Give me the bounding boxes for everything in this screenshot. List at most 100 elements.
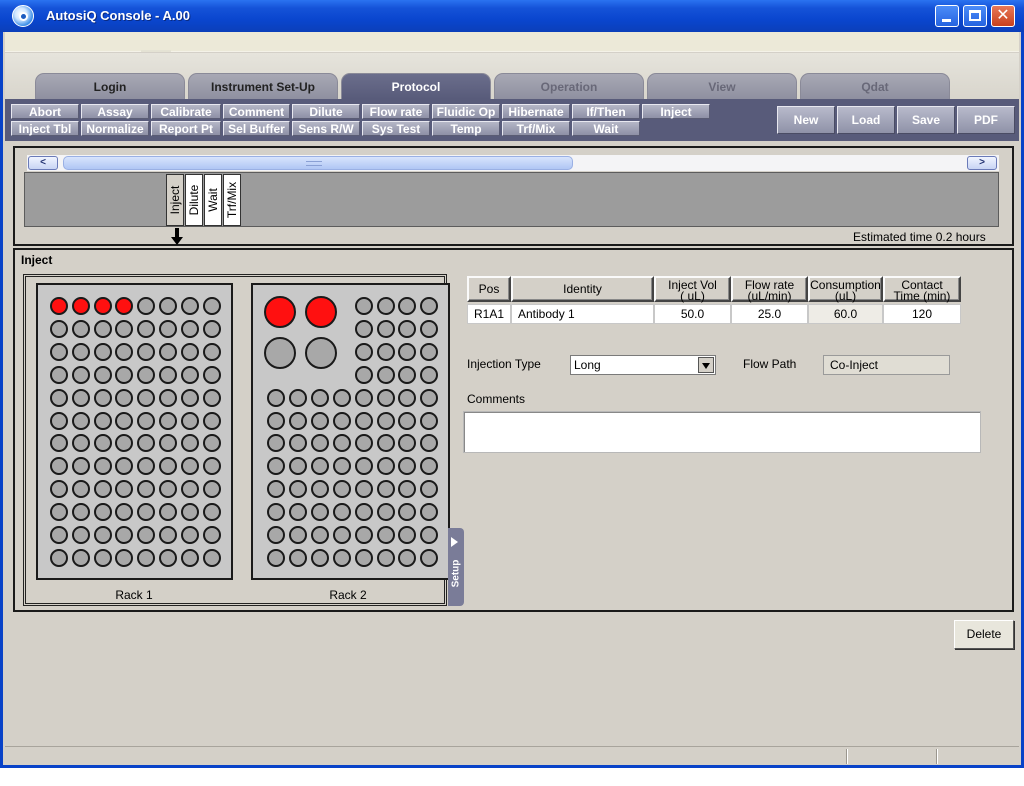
well[interactable]: [50, 319, 68, 338]
close-button[interactable]: ✕: [991, 5, 1015, 27]
well[interactable]: [137, 457, 156, 476]
save-button[interactable]: Save: [897, 106, 955, 134]
well[interactable]: [50, 365, 68, 384]
well[interactable]: [202, 457, 221, 476]
well[interactable]: [202, 388, 221, 407]
well[interactable]: [420, 548, 439, 567]
pdf-button[interactable]: PDF: [957, 106, 1015, 134]
well[interactable]: [159, 319, 177, 338]
well[interactable]: [159, 342, 177, 361]
well[interactable]: [332, 480, 351, 499]
well[interactable]: [50, 548, 68, 567]
well[interactable]: [398, 297, 417, 315]
well[interactable]: [50, 388, 68, 407]
well[interactable]: [376, 342, 395, 361]
well[interactable]: [115, 297, 134, 315]
well[interactable]: [180, 342, 199, 361]
well[interactable]: [159, 434, 177, 453]
well[interactable]: [267, 411, 285, 430]
well[interactable]: [332, 526, 351, 544]
well[interactable]: [71, 388, 90, 407]
well[interactable]: [354, 297, 373, 315]
rack-2[interactable]: [251, 283, 450, 580]
cmd-inject[interactable]: Inject: [642, 104, 710, 119]
new-button[interactable]: New: [777, 106, 835, 134]
cmd-flow-rate[interactable]: Flow rate: [362, 104, 430, 119]
large-vial[interactable]: [305, 296, 337, 328]
well[interactable]: [93, 319, 112, 338]
well[interactable]: [288, 434, 307, 453]
well[interactable]: [159, 411, 177, 430]
cmd-report-pt[interactable]: Report Pt: [151, 121, 221, 136]
cmd-assay[interactable]: Assay: [81, 104, 149, 119]
well[interactable]: [354, 548, 373, 567]
well[interactable]: [398, 548, 417, 567]
well[interactable]: [354, 526, 373, 544]
well[interactable]: [202, 480, 221, 499]
well[interactable]: [115, 526, 134, 544]
well[interactable]: [137, 342, 156, 361]
well[interactable]: [115, 411, 134, 430]
well[interactable]: [267, 526, 285, 544]
cmd-hibernate[interactable]: Hibernate: [502, 104, 570, 119]
well[interactable]: [115, 503, 134, 522]
well[interactable]: [50, 411, 68, 430]
well[interactable]: [398, 411, 417, 430]
well[interactable]: [310, 457, 329, 476]
step-trf-mix[interactable]: Trf/Mix: [223, 174, 241, 226]
tab-qdat[interactable]: Qdat: [800, 73, 950, 99]
tab-instrument-setup[interactable]: Instrument Set-Up: [188, 73, 338, 99]
well[interactable]: [420, 503, 439, 522]
cmd-trf-mix[interactable]: Trf/Mix: [502, 121, 570, 136]
well[interactable]: [398, 388, 417, 407]
well[interactable]: [159, 457, 177, 476]
well[interactable]: [398, 526, 417, 544]
well[interactable]: [267, 434, 285, 453]
cmd-wait[interactable]: Wait: [572, 121, 640, 136]
well[interactable]: [180, 548, 199, 567]
well[interactable]: [50, 503, 68, 522]
well[interactable]: [71, 480, 90, 499]
large-vial[interactable]: [305, 337, 337, 369]
well[interactable]: [354, 411, 373, 430]
well[interactable]: [93, 526, 112, 544]
well[interactable]: [420, 297, 439, 315]
well[interactable]: [202, 365, 221, 384]
well[interactable]: [180, 480, 199, 499]
well[interactable]: [50, 526, 68, 544]
well[interactable]: [93, 365, 112, 384]
well[interactable]: [50, 297, 68, 315]
well[interactable]: [93, 342, 112, 361]
well[interactable]: [420, 319, 439, 338]
well[interactable]: [267, 503, 285, 522]
well[interactable]: [354, 480, 373, 499]
step-inject[interactable]: Inject: [166, 174, 184, 226]
scroll-right-button[interactable]: >: [967, 156, 997, 170]
well[interactable]: [137, 319, 156, 338]
well[interactable]: [71, 548, 90, 567]
well[interactable]: [115, 457, 134, 476]
well[interactable]: [288, 480, 307, 499]
well[interactable]: [310, 503, 329, 522]
well[interactable]: [159, 365, 177, 384]
well[interactable]: [354, 365, 373, 384]
well[interactable]: [376, 411, 395, 430]
tab-protocol[interactable]: Protocol: [341, 73, 491, 99]
well[interactable]: [180, 503, 199, 522]
well[interactable]: [376, 434, 395, 453]
well[interactable]: [310, 480, 329, 499]
well[interactable]: [115, 434, 134, 453]
well[interactable]: [93, 548, 112, 567]
well[interactable]: [420, 480, 439, 499]
well[interactable]: [288, 548, 307, 567]
well[interactable]: [115, 365, 134, 384]
well[interactable]: [398, 365, 417, 384]
well[interactable]: [71, 319, 90, 338]
well[interactable]: [159, 480, 177, 499]
tab-view[interactable]: View: [647, 73, 797, 99]
well[interactable]: [420, 434, 439, 453]
well[interactable]: [115, 548, 134, 567]
well[interactable]: [180, 526, 199, 544]
cmd-abort[interactable]: Abort: [11, 104, 79, 119]
setup-tab[interactable]: Setup: [448, 528, 464, 606]
